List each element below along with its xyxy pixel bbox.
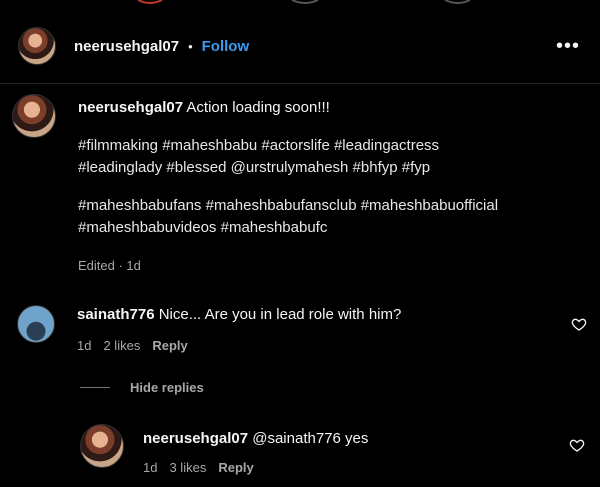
hashtags-line[interactable]: #leadinglady #blessed @urstrulymahesh #b… (78, 157, 583, 179)
more-options-icon[interactable]: ••• (556, 36, 580, 56)
comment-item: sainath776 Nice... Are you in lead role … (17, 305, 587, 353)
comment-username[interactable]: sainath776 (77, 306, 155, 323)
hashtags-line[interactable]: #filmmaking #maheshbabu #actorslife #lea… (78, 135, 583, 157)
comment-text: Nice... Are you in lead role with him? (158, 306, 402, 323)
reply-likes[interactable]: 3 likes (169, 460, 206, 475)
heart-outline-icon[interactable] (569, 437, 585, 453)
reply-text: @sainath776 yes (252, 430, 369, 447)
header-divider (0, 83, 600, 84)
follow-button[interactable]: Follow (202, 38, 250, 55)
comment-reply-button[interactable]: Reply (152, 338, 187, 353)
reply-username[interactable]: neerusehgal07 (143, 430, 248, 447)
hashtags-line[interactable]: #maheshbabufans #maheshbabufansclub #mah… (78, 195, 583, 217)
comment-likes[interactable]: 2 likes (103, 338, 140, 353)
hide-replies-line (80, 387, 110, 388)
hide-replies-button[interactable]: Hide replies (80, 380, 204, 395)
caption-body: neerusehgal07 Action loading soon!!! #fi… (78, 97, 583, 277)
caption-avatar[interactable] (12, 94, 56, 138)
caption-meta: Edited · 1d (78, 258, 141, 273)
caption-username[interactable]: neerusehgal07 (78, 99, 183, 116)
caption-text: Action loading soon!!! (186, 99, 330, 116)
comment-body: sainath776 Nice... Are you in lead role … (77, 306, 401, 323)
reply-reply-button[interactable]: Reply (218, 460, 253, 475)
reply-item: neerusehgal07 @sainath776 yes 1d 3 likes… (80, 424, 585, 475)
post-comments-panel: neerusehgal07 • Follow ••• neerusehgal07… (0, 0, 600, 487)
author-avatar[interactable] (18, 27, 56, 65)
reply-time: 1d (143, 460, 158, 475)
reply-body: neerusehgal07 @sainath776 yes (143, 430, 368, 447)
header-username[interactable]: neerusehgal07 (74, 38, 179, 55)
separator-dot: • (188, 38, 193, 54)
hide-replies-label[interactable]: Hide replies (130, 380, 204, 395)
comment-meta: 1d 2 likes Reply (77, 338, 188, 353)
hashtags-block-2: #maheshbabufans #maheshbabufansclub #mah… (78, 195, 583, 239)
story-ring-arcs (137, 0, 471, 4)
reply-avatar[interactable] (80, 424, 124, 468)
heart-outline-icon[interactable] (571, 316, 587, 332)
reply-meta: 1d 3 likes Reply (143, 460, 254, 475)
hashtags-block-1: #filmmaking #maheshbabu #actorslife #lea… (78, 135, 583, 179)
hashtags-line[interactable]: #maheshbabuvideos #maheshbabufc (78, 217, 583, 239)
comment-time: 1d (77, 338, 92, 353)
post-header: neerusehgal07 • Follow ••• (0, 20, 600, 72)
commenter-avatar[interactable] (17, 305, 55, 343)
